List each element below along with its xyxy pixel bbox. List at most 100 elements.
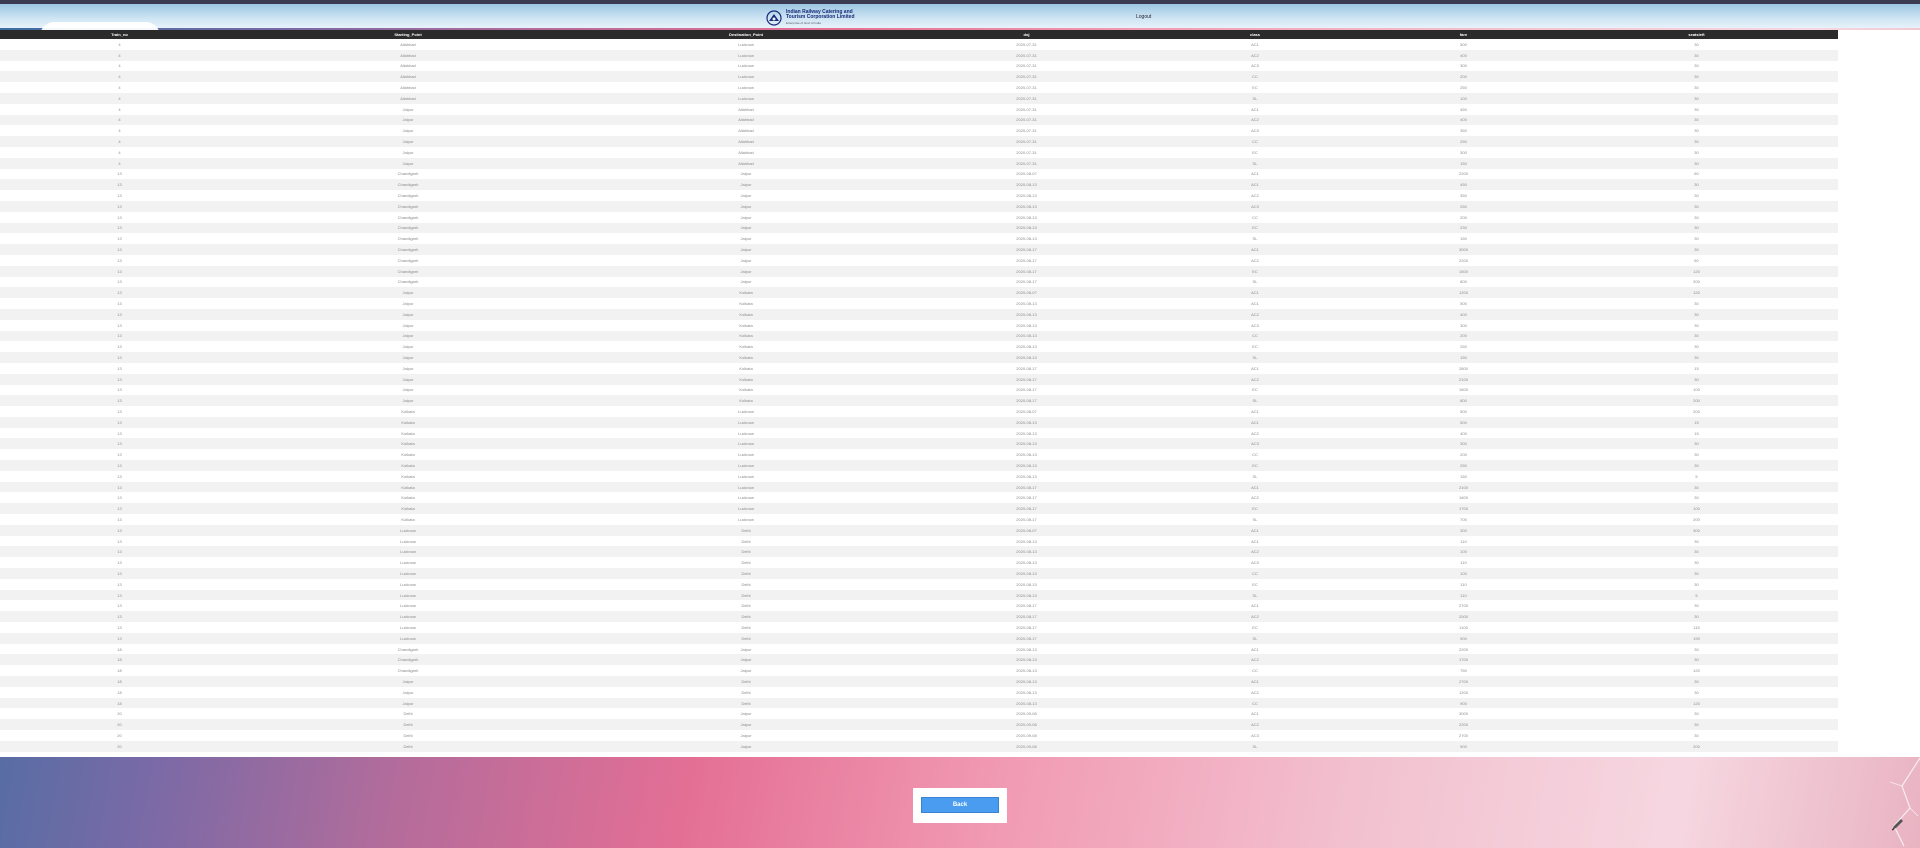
table-row: 13 Kolkata Lucknow 2020-08-13 CC 200 30 xyxy=(0,449,1838,461)
table-cell: 2020-09-08 xyxy=(1016,732,1037,738)
table-cell: Chandigarh xyxy=(397,657,419,663)
table-cell: SL xyxy=(1252,516,1258,522)
table-cell: 2020-08-13 xyxy=(1016,203,1037,209)
table-cell: 4 xyxy=(118,95,121,101)
table-cell: Lucknow xyxy=(400,538,416,544)
back-panel: Back xyxy=(913,788,1007,823)
table-cell: 120 xyxy=(1693,700,1700,706)
table-cell: 250 xyxy=(1460,462,1467,468)
table-cell: Lucknow xyxy=(738,462,754,468)
table-cell: 20 xyxy=(117,711,122,717)
table-cell: Kolkata xyxy=(739,322,753,328)
table-cell: 2020-08-17 xyxy=(1016,365,1037,371)
table-cell: Jaipur xyxy=(402,322,414,328)
logout-link[interactable]: Logout xyxy=(1136,14,1151,20)
table-cell: 2020-08-17 xyxy=(1016,506,1037,512)
table-cell: 30 xyxy=(1694,581,1699,587)
table-cell: 250 xyxy=(1460,85,1467,91)
table-row: 13 Lucknow Delhi 2020-08-13 EC 110 30 xyxy=(0,578,1838,590)
table-cell: 2020-07-31 xyxy=(1016,128,1037,134)
table-cell: Allahbad xyxy=(738,139,754,145)
table-row: 18 Chandigarh Jaipur 2020-08-13 CC 750 120 xyxy=(0,665,1838,677)
table-cell: Jaipur xyxy=(402,139,414,145)
table-cell: 13 xyxy=(117,614,122,620)
back-button[interactable]: Back xyxy=(921,797,999,813)
table-cell: 15 xyxy=(1694,430,1699,436)
table-cell: AC2 xyxy=(1251,117,1259,123)
table-cell: 4 xyxy=(118,106,121,112)
table-cell: 120 xyxy=(1693,290,1700,296)
table-cell: Kolkata xyxy=(401,462,415,468)
table-cell: 150 xyxy=(1460,473,1467,479)
table-cell: 2020-08-17 xyxy=(1016,268,1037,274)
table-cell: Allahbad xyxy=(738,117,754,123)
table-cell: 2020-08-17 xyxy=(1016,624,1037,630)
table-cell: AC3 xyxy=(1251,203,1259,209)
table-cell: 30 xyxy=(1694,689,1699,695)
table-cell: AC1 xyxy=(1251,538,1259,544)
table-cell: EC xyxy=(1252,387,1258,393)
table-cell: 15 xyxy=(1694,365,1699,371)
table-cell: CC xyxy=(1252,333,1258,339)
table-row: 4 Jaipur Allahbad 2020-07-31 AC3 350 30 xyxy=(0,125,1838,137)
table-cell: Kolkata xyxy=(739,398,753,404)
table-cell: 13 xyxy=(117,257,122,263)
table-row: 13 Chandigarh Jaipur 2020-08-07 AC1 2200 60 xyxy=(0,168,1838,180)
table-cell: 13 xyxy=(117,473,122,479)
table-cell: Jaipur xyxy=(402,117,414,123)
table-row: 13 Lucknow Delhi 2020-08-13 SL 110 5 xyxy=(0,589,1838,601)
table-cell: Jaipur xyxy=(402,700,414,706)
results-table-container: Train_no Starting_Point Destination_Point d… xyxy=(0,30,1920,757)
table-row: 20 Delhi Jaipur 2020-09-08 SL 900 200 xyxy=(0,740,1838,752)
table-cell: Kolkata xyxy=(401,473,415,479)
table-cell: Kolkata xyxy=(401,452,415,458)
table-cell: 2020-09-08 xyxy=(1016,711,1037,717)
table-cell: 250 xyxy=(1460,203,1467,209)
table-cell: Jaipur xyxy=(740,171,752,177)
table-cell: AC1 xyxy=(1251,106,1259,112)
table-cell: 13 xyxy=(117,365,122,371)
table-cell: 2020-08-13 xyxy=(1016,311,1037,317)
irctc-logo[interactable]: Indian Railway Catering and Tourism Corp… xyxy=(766,9,855,27)
table-cell: Kolkata xyxy=(739,333,753,339)
table-cell: 2020-07-31 xyxy=(1016,63,1037,69)
table-cell: Delhi xyxy=(741,624,751,630)
table-cell: Jaipur xyxy=(740,711,752,717)
table-cell: 13 xyxy=(117,398,122,404)
table-cell: 13 xyxy=(117,635,122,641)
table-cell: 13 xyxy=(117,236,122,242)
logo-line-3: Enterprise of Govt of India xyxy=(786,21,821,25)
table-cell: AC1 xyxy=(1251,408,1259,414)
table-cell: Jaipur xyxy=(740,257,752,263)
table-cell: 30 xyxy=(1694,538,1699,544)
table-cell: Lucknow xyxy=(400,527,416,533)
table-cell: 18 xyxy=(117,668,122,674)
table-cell: AC1 xyxy=(1251,419,1259,425)
table-cell: SL xyxy=(1252,743,1258,749)
table-cell: 1600 xyxy=(1459,387,1468,393)
table-cell: 18 xyxy=(117,657,122,663)
table-cell: 2700 xyxy=(1459,678,1468,684)
table-cell: 2020-08-17 xyxy=(1016,614,1037,620)
table-row: 13 Chandigarh Jaipur 2020-08-17 SL 800 200 xyxy=(0,276,1838,288)
table-cell: CC xyxy=(1252,700,1258,706)
table-cell: Jaipur xyxy=(740,646,752,652)
table-cell: 3000 xyxy=(1459,247,1468,253)
table-row: 13 Kolkata Lucknow 2020-08-13 AC1 500 15 xyxy=(0,416,1838,428)
table-cell: 750 xyxy=(1460,668,1467,674)
table-cell: 4 xyxy=(118,85,121,91)
table-cell: AC2 xyxy=(1251,376,1259,382)
table-cell: 110 xyxy=(1460,538,1467,544)
table-cell: 200 xyxy=(1693,279,1700,285)
table-row: 13 Kolkata Lucknow 2020-08-13 EC 250 30 xyxy=(0,460,1838,471)
table-cell: 13 xyxy=(117,333,122,339)
table-row: 13 Jaipur Kolkata 2020-08-13 SL 150 30 xyxy=(0,352,1838,363)
table-cell: 30 xyxy=(1694,657,1699,663)
table-cell: 30 xyxy=(1694,128,1699,134)
table-cell: 13 xyxy=(117,203,122,209)
table-cell: 100 xyxy=(1460,95,1467,101)
table-cell: 2020-08-13 xyxy=(1016,225,1037,231)
table-cell: 30 xyxy=(1694,139,1699,145)
table-cell: Delhi xyxy=(741,581,751,587)
table-cell: AC3 xyxy=(1251,322,1259,328)
